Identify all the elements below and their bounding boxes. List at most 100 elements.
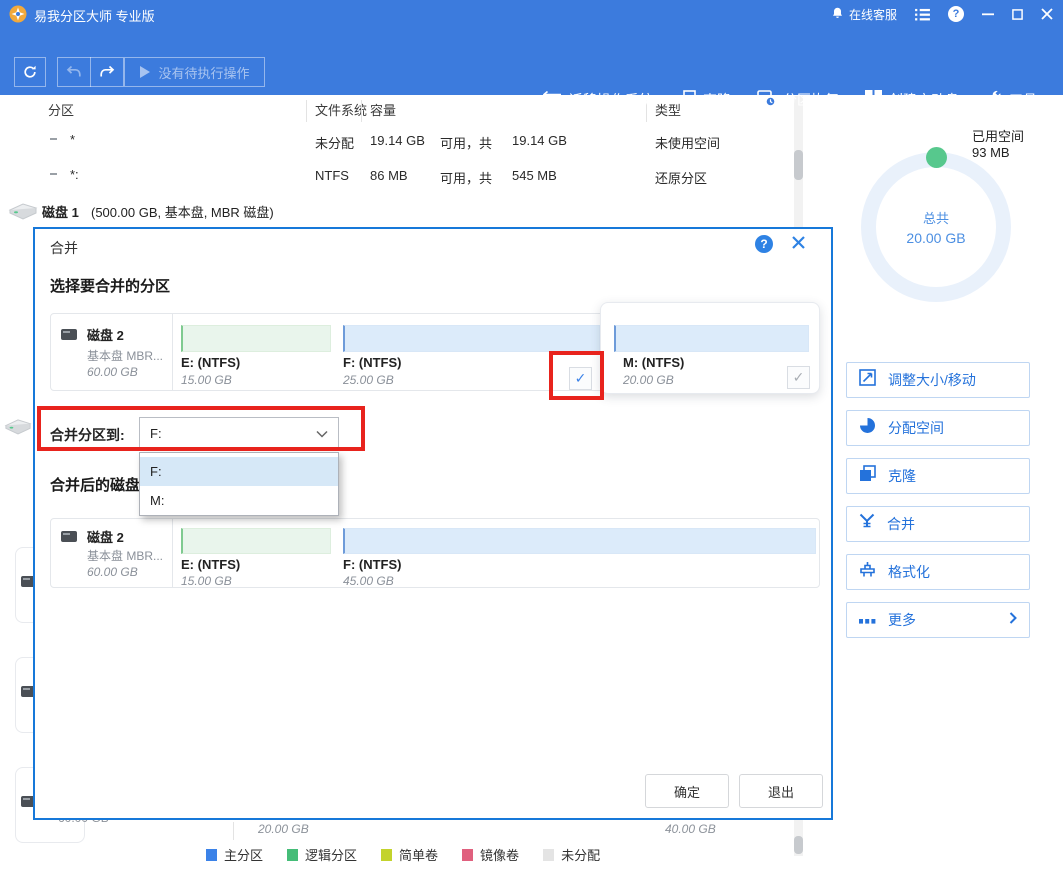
merge-to-select[interactable]: F: <box>139 417 339 450</box>
format-button[interactable]: 格式化 <box>846 554 1030 590</box>
partition-f-size: 25.00 GB <box>343 373 394 387</box>
dialog-close-icon[interactable] <box>791 235 806 255</box>
resize-icon <box>859 369 876 391</box>
legend-unallocated: 未分配 <box>543 845 600 864</box>
toolbar-actions: 迁移操作系统 克隆 分区恢复 创建启动盘 工具 <box>543 85 1055 115</box>
customer-service-label: 在线客服 <box>849 6 897 23</box>
titlebar: 易我分区大师 专业版 在线客服 ? <box>0 0 1063 28</box>
merge-to-label: 合并分区到: <box>50 425 125 445</box>
clone-button[interactable]: 克隆 <box>679 90 731 110</box>
toolbar: 没有待执行操作 迁移操作系统 克隆 分区恢复 创建启动盘 工具 <box>0 28 1063 95</box>
redo-button[interactable] <box>91 65 123 79</box>
partition-m-bar <box>614 325 809 352</box>
allocate-space-button[interactable]: 分配空间 <box>846 410 1030 446</box>
dialog-title: 合并 <box>50 238 78 258</box>
result-partition-e-bar <box>181 528 331 554</box>
merge-dialog: 合并 ? 选择要合并的分区 磁盘 2 基本盘 MBR... 60.00 GB E… <box>33 227 833 820</box>
result-disk-name: 磁盘 2 <box>87 527 124 546</box>
allocate-space-label: 分配空间 <box>888 418 944 438</box>
wrench-icon <box>985 90 1002 110</box>
drive-icon <box>61 329 77 340</box>
dropdown-option-f[interactable]: F: <box>140 457 338 486</box>
dialog-help-icon[interactable]: ? <box>755 235 773 253</box>
dropdown-option-m[interactable]: M: <box>140 486 338 515</box>
clone-label: 克隆 <box>703 90 731 110</box>
partition-f-checkbox[interactable]: ✓ <box>569 367 592 390</box>
create-boot-disk-button[interactable]: 创建启动盘 <box>865 90 959 110</box>
recovery-icon <box>757 90 776 110</box>
result-disk-info: 磁盘 2 基本盘 MBR... 60.00 GB <box>51 519 173 587</box>
result-partition-f-size: 45.00 GB <box>343 574 394 588</box>
merge-side-button[interactable]: 合并 <box>846 506 1030 542</box>
pending-label: 没有待执行操作 <box>158 63 249 82</box>
disk1-group-row[interactable]: 磁盘 1 (500.00 GB, 基本盘, MBR 磁盘) <box>6 198 786 224</box>
partition-fs: 未分配 <box>315 133 354 152</box>
undo-button[interactable] <box>58 65 90 79</box>
chevron-down-icon <box>1044 92 1055 108</box>
merge-to-dropdown: F: M: <box>139 452 339 516</box>
customer-service-button[interactable]: 在线客服 <box>831 6 897 23</box>
partition-capacity-note: 可用，共 <box>440 133 492 152</box>
partition-capacity: 86 MB <box>370 168 408 183</box>
execute-pending-button[interactable]: 没有待执行操作 <box>124 57 265 87</box>
migrate-os-label: 迁移操作系统 <box>569 90 653 110</box>
partition-capacity: 19.14 GB <box>370 133 425 148</box>
refresh-button[interactable] <box>14 57 46 87</box>
scrollbar-thumb[interactable] <box>794 150 803 180</box>
partition-fs: NTFS <box>315 168 349 183</box>
partition-legend: 主分区 逻辑分区 简单卷 镜像卷 未分配 <box>206 845 600 864</box>
partition-capacity-total: 545 MB <box>512 168 557 183</box>
merge-to-value: F: <box>150 426 162 441</box>
merge-side-label: 合并 <box>887 514 915 534</box>
pie-icon <box>859 417 876 439</box>
migrate-os-button[interactable]: 迁移操作系统 <box>543 90 653 110</box>
tools-button[interactable]: 工具 <box>985 90 1055 110</box>
partition-recovery-button[interactable]: 分区恢复 <box>757 90 839 110</box>
operation-list-button[interactable] <box>915 8 930 21</box>
result-partition-e: E: (NTFS) 15.00 GB <box>181 519 333 589</box>
help-button[interactable]: ? <box>948 6 964 22</box>
minimize-button[interactable] <box>982 8 994 20</box>
maximize-button[interactable] <box>1012 9 1023 20</box>
result-partition-e-label: E: (NTFS) <box>181 557 240 572</box>
disk-usage-donut: 总共 20.00 GB <box>861 152 1011 302</box>
legend-swatch <box>381 849 392 861</box>
section-select-partitions: 选择要合并的分区 <box>50 275 170 296</box>
scrollbar-thumb-end[interactable] <box>794 836 803 854</box>
partition-m-checkbox[interactable]: ✓ <box>787 366 810 389</box>
partition-m-card[interactable]: M: (NTFS) 20.00 GB ✓ <box>600 302 820 394</box>
table-row[interactable]: * 未分配 19.14 GB 可用，共 19.14 GB 未使用空间 <box>40 128 790 160</box>
result-partition-e-size: 15.00 GB <box>181 574 232 588</box>
clone-icon <box>679 90 696 110</box>
clone-side-button[interactable]: 克隆 <box>846 458 1030 494</box>
section-result-disk: 合并后的磁盘 <box>50 474 140 495</box>
table-row[interactable]: *: NTFS 86 MB 可用，共 545 MB 还原分区 <box>40 163 790 195</box>
format-label: 格式化 <box>888 562 930 582</box>
bg-part2-size: 40.00 GB <box>665 822 716 836</box>
app-window: 易我分区大师 专业版 在线客服 ? <box>0 0 1063 875</box>
ok-button[interactable]: 确定 <box>645 774 729 808</box>
app-logo-icon <box>9 5 27 23</box>
partition-e-bar <box>181 325 331 352</box>
exit-button[interactable]: 退出 <box>739 774 823 808</box>
disk1-name: 磁盘 1 <box>42 202 79 221</box>
used-space-dot <box>926 147 947 168</box>
partition-m-size: 20.00 GB <box>623 373 674 387</box>
divider <box>233 822 234 840</box>
more-button[interactable]: 更多 <box>846 602 1030 638</box>
partition-e-size: 15.00 GB <box>181 373 232 387</box>
app-title: 易我分区大师 专业版 <box>34 6 155 25</box>
source-disk-size: 60.00 GB <box>87 365 138 379</box>
clone-side-label: 克隆 <box>888 466 916 486</box>
column-partition: 分区 <box>48 100 74 119</box>
partition-recovery-label: 分区恢复 <box>783 90 839 110</box>
used-space-value: 93 MB <box>972 145 1010 160</box>
partition-f[interactable]: F: (NTFS) 25.00 GB <box>343 314 601 392</box>
resize-move-button[interactable]: 调整大小/移动 <box>846 362 1030 398</box>
tools-label: 工具 <box>1009 90 1037 110</box>
partition-e[interactable]: E: (NTFS) 15.00 GB <box>181 314 333 392</box>
source-disk-name: 磁盘 2 <box>87 325 124 344</box>
partition-capacity-total: 19.14 GB <box>512 133 567 148</box>
close-button[interactable] <box>1041 8 1053 20</box>
partition-type: 未使用空间 <box>655 133 720 152</box>
